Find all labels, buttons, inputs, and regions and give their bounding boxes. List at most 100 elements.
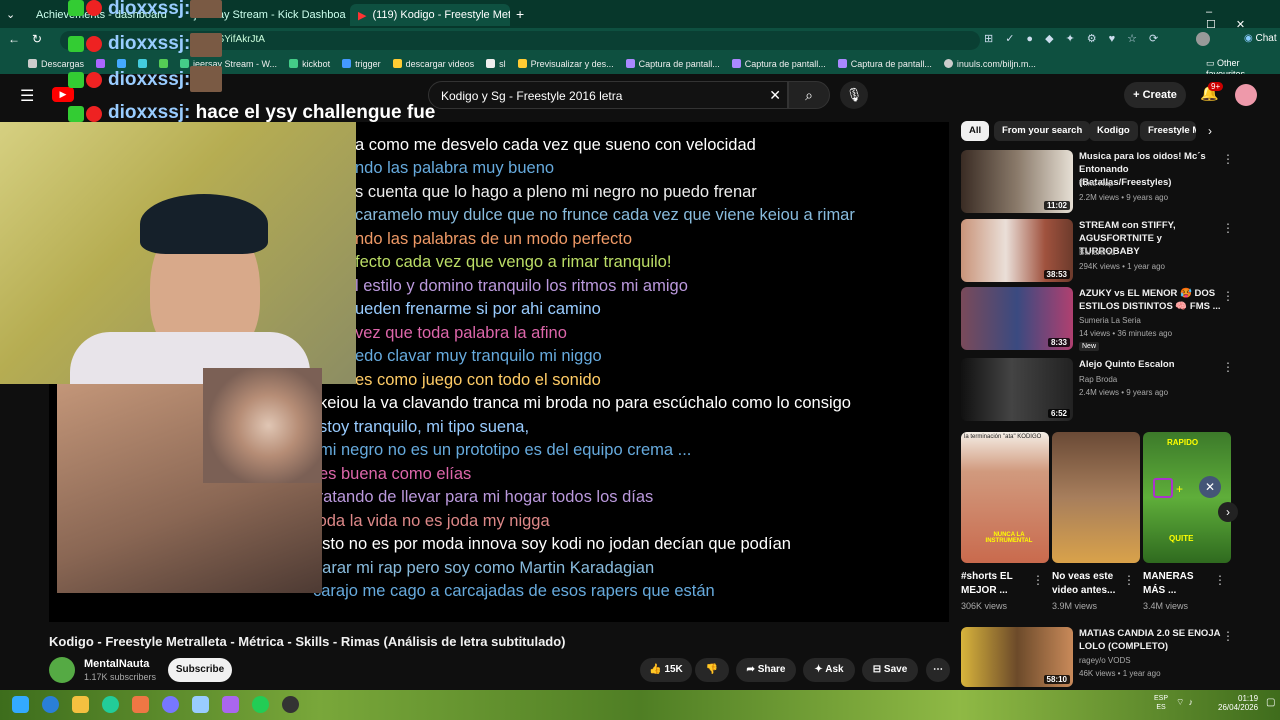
recommended-video[interactable]: 8:33 <box>961 287 1073 350</box>
ask-label: Ask <box>825 664 844 675</box>
whatsapp-icon[interactable] <box>252 696 269 713</box>
more-icon[interactable]: ⋮ <box>1222 629 1234 643</box>
search-value: Kodigo y Sg - Freestyle 2016 letra <box>441 89 623 103</box>
bookmark-captura-1[interactable]: Captura de pantall... <box>625 59 720 69</box>
bookmark-inuuls[interactable]: inuuls.com/biljn.m... <box>943 59 1036 69</box>
more-icon[interactable]: ⋮ <box>1214 573 1226 587</box>
chat-text: hace el ysy challengue fue <box>195 102 436 123</box>
heart-badge-icon <box>86 72 102 88</box>
kick-icon <box>68 36 84 52</box>
chip-from-your-search[interactable]: From your search <box>994 121 1091 141</box>
search-input[interactable]: Kodigo y Sg - Freestyle 2016 letra ✕ <box>428 81 788 109</box>
lyric-line: toda la vida no es joda my nigga <box>313 512 550 530</box>
chat-user: dioxxssj: <box>108 33 191 54</box>
recommended-video[interactable]: 11:02 <box>961 150 1073 213</box>
lyric-line: esto no es por moda innova soy kodi no j… <box>313 535 791 553</box>
channel-name[interactable]: ragey/o VODS <box>1079 656 1131 665</box>
chip-all[interactable]: All <box>961 121 990 141</box>
discord-icon[interactable] <box>162 696 179 713</box>
browser-icon[interactable] <box>102 696 119 713</box>
channel-name[interactable]: Sumeria La Seria <box>1079 316 1141 325</box>
like-button[interactable]: 👍 15K <box>640 658 692 682</box>
more-icon[interactable]: ⋮ <box>1032 573 1044 587</box>
app-icon[interactable] <box>192 696 209 713</box>
duration-badge: 6:52 <box>1047 409 1070 418</box>
more-icon[interactable]: ⋮ <box>1222 221 1234 235</box>
share-button[interactable]: ➦ Share <box>736 658 796 682</box>
clock[interactable]: 01:19 26/04/2026 <box>1218 694 1258 712</box>
channel-name[interactable]: Time Rap <box>1079 179 1113 188</box>
voice-search-button[interactable]: 🎙 <box>840 81 868 109</box>
more-icon[interactable]: ⋮ <box>1222 360 1234 374</box>
sparkle-icon: ✦ <box>814 664 823 675</box>
app-icon[interactable] <box>222 696 239 713</box>
search-icon: ⌕ <box>805 87 813 103</box>
short-thumbnail[interactable]: RAPIDO + ✕ QUITE <box>1143 432 1231 563</box>
short-thumbnail[interactable] <box>1052 432 1140 563</box>
new-tab-icon[interactable]: + <box>516 6 524 22</box>
bookmark-previsualizar[interactable]: Previsualizar y des... <box>517 59 614 69</box>
channel-name[interactable]: Rap Broda <box>1079 375 1117 384</box>
extension-icons[interactable]: ⊞✓●◆✦⚙♥☆⟳ <box>984 32 1170 45</box>
duration-badge: 8:33 <box>1047 338 1070 347</box>
subscribe-button[interactable]: Subscribe <box>168 658 232 682</box>
chip-freestyle[interactable]: Freestyle M <box>1140 121 1196 141</box>
short-views: 306K views <box>961 601 1008 611</box>
short-top-text: la terminación "ata" KODIGO <box>964 434 1042 440</box>
system-tray-icons[interactable]: ⌔♪ <box>1176 697 1197 708</box>
save-button[interactable]: ⊟ Save <box>862 658 918 682</box>
search-button[interactable]: ⌕ <box>788 81 830 109</box>
profile-icon[interactable] <box>1196 32 1210 46</box>
more-icon[interactable]: ⋮ <box>1222 289 1234 303</box>
video-title[interactable]: Alejo Quinto Escalon <box>1079 358 1223 371</box>
dislike-button[interactable]: 👎 <box>695 658 729 682</box>
bookmark-sl[interactable]: sl <box>486 59 506 69</box>
short-title[interactable]: #shorts EL MEJOR ... <box>961 570 1031 598</box>
obs-icon[interactable] <box>282 696 299 713</box>
short-thumbnail[interactable]: la terminación "ata" KODIGO NUNCA LA INS… <box>961 432 1049 563</box>
bookmark-captura-2[interactable]: Captura de pantall... <box>731 59 826 69</box>
square-button-icon <box>1153 478 1173 498</box>
short-title[interactable]: No veas este video antes... <box>1052 570 1122 598</box>
more-icon[interactable]: ⋮ <box>1123 573 1135 587</box>
short-title[interactable]: MANERAS MÁS ... <box>1143 570 1213 598</box>
language-indicator[interactable]: ESP ES <box>1154 694 1168 712</box>
more-icon[interactable]: ⋮ <box>1222 152 1234 166</box>
notification-center-icon[interactable]: ▢ <box>1266 697 1275 708</box>
plus-icon: + <box>1176 482 1184 496</box>
video-meta: 2.2M views • 9 years ago <box>1079 193 1169 202</box>
channel-name[interactable]: Bananirou <box>1079 248 1115 257</box>
bookmark-icon <box>486 59 496 68</box>
bookmark-captura-3[interactable]: Captura de pantall... <box>837 59 932 69</box>
ask-button[interactable]: ✦ Ask <box>803 658 855 682</box>
chip-kodigo[interactable]: Kodigo <box>1089 121 1138 141</box>
avatar[interactable] <box>1235 84 1257 106</box>
create-button[interactable]: + Create <box>1124 82 1186 108</box>
lyric-line: carajo me cago a carcajadas de esos rape… <box>313 582 715 600</box>
chat-message: dioxxssj: <box>108 69 190 91</box>
folder-icon[interactable] <box>72 696 89 713</box>
channel-name[interactable]: MentalNauta <box>84 658 149 670</box>
more-actions-button[interactable]: ⋯ <box>926 658 950 682</box>
notification-count: 9+ <box>1208 82 1224 91</box>
pen-icon <box>731 59 741 68</box>
lyric-line: es como juego con todo el sonido <box>355 371 601 389</box>
recommended-video[interactable]: 58:10 <box>961 627 1073 687</box>
recommended-video[interactable]: 6:52 <box>961 358 1073 421</box>
duration-badge: 11:02 <box>1043 201 1070 210</box>
video-title[interactable]: AZUKY vs EL MENOR 🥵 DOS ESTILOS DISTINTO… <box>1079 287 1223 313</box>
chevron-right-icon[interactable]: › <box>1208 124 1212 138</box>
channel-avatar[interactable] <box>49 657 75 683</box>
bookmark-icon: ⊟ <box>872 664 882 675</box>
edge-icon[interactable] <box>42 696 59 713</box>
copilot-icon: ◉ <box>1244 33 1253 44</box>
emote-image <box>190 0 222 18</box>
app-icon[interactable] <box>132 696 149 713</box>
copilot-button[interactable]: ◉ Chat <box>1244 33 1277 44</box>
shorts-next-icon[interactable]: › <box>1218 502 1238 522</box>
start-icon[interactable] <box>12 696 29 713</box>
recommended-video[interactable]: 38:53 <box>961 219 1073 282</box>
clear-search-icon[interactable]: ✕ <box>769 87 781 104</box>
folder-icon: ▭ <box>1206 58 1215 68</box>
video-title[interactable]: MATIAS CANDIA 2.0 SE ENOJA LOLO (COMPLET… <box>1079 627 1223 653</box>
